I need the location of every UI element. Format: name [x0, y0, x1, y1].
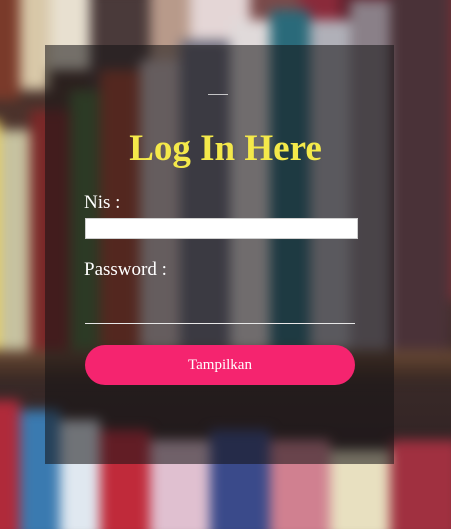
nis-input[interactable] — [85, 218, 358, 239]
decorative-line — [208, 94, 228, 95]
tampilkan-button[interactable]: Tampilkan — [85, 345, 355, 385]
password-label: Password : — [84, 259, 167, 280]
login-card — [45, 45, 394, 464]
password-input[interactable] — [85, 300, 355, 324]
page-title: Log In Here — [129, 128, 322, 169]
nis-label: Nis : — [84, 192, 121, 213]
